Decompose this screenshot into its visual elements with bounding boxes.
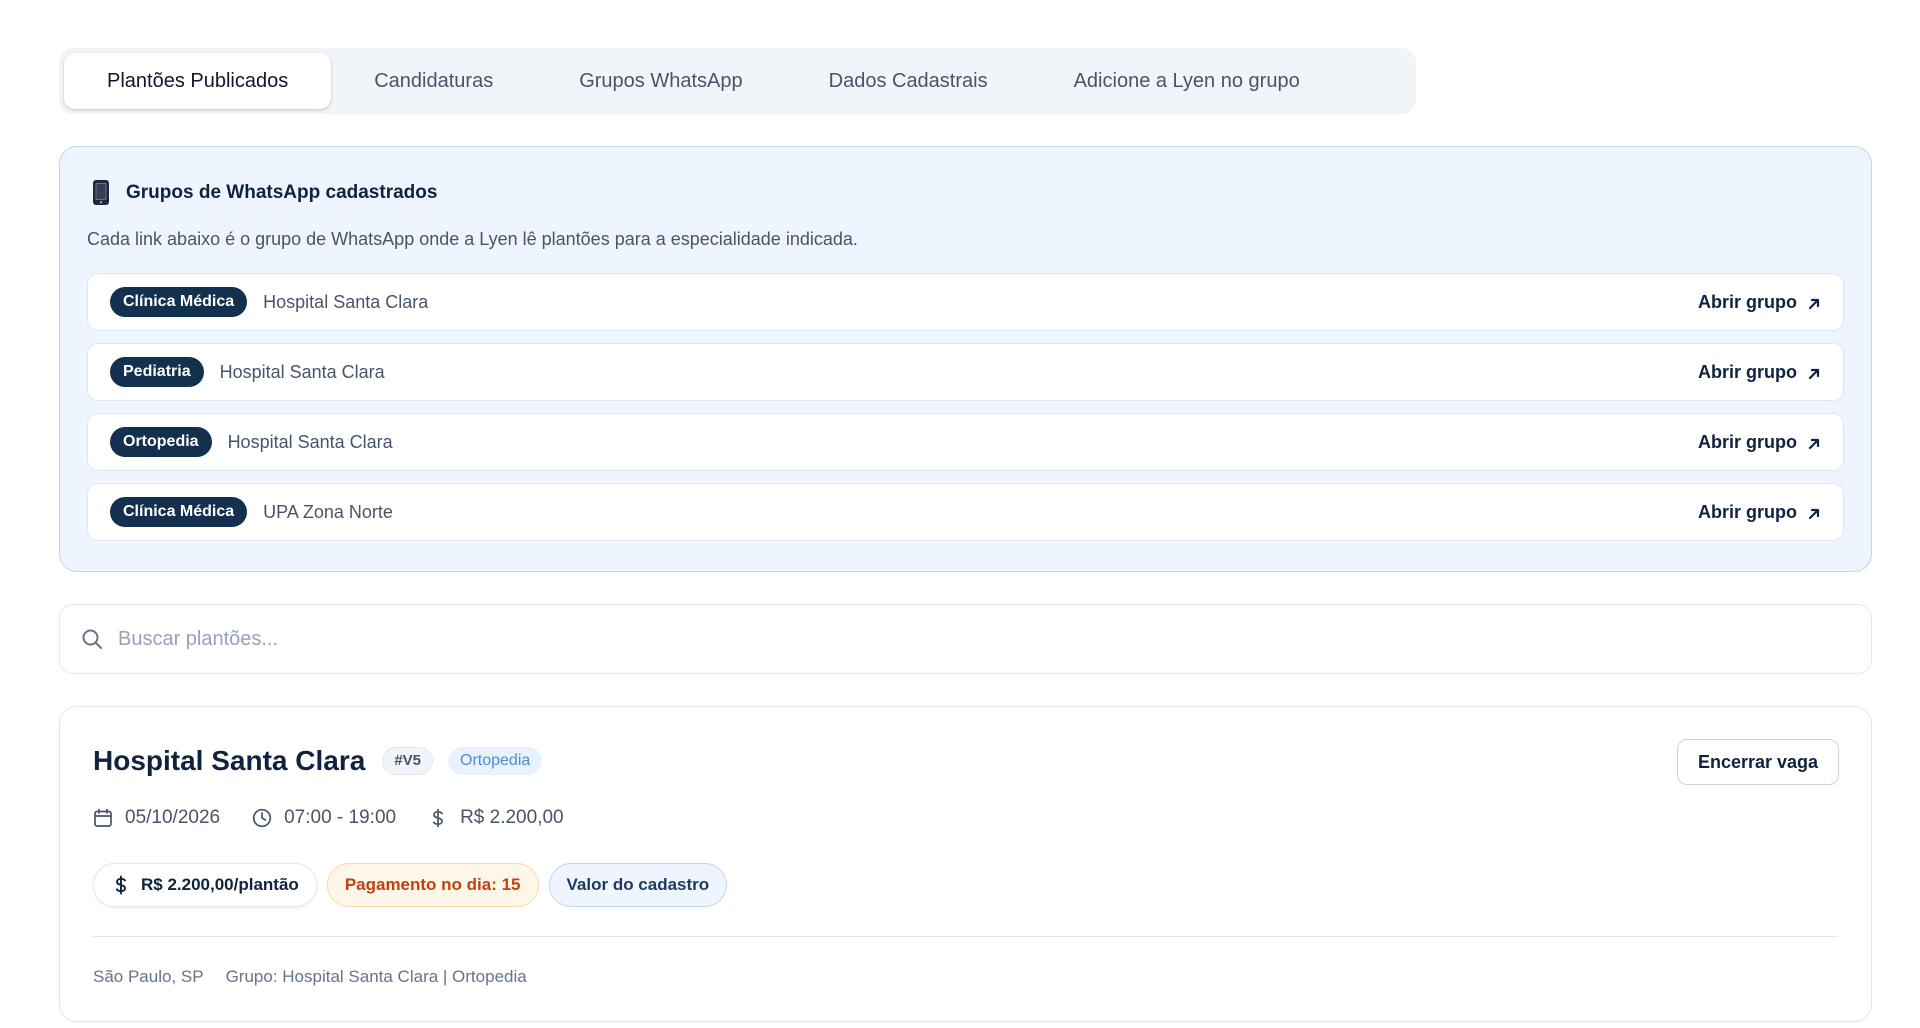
specialty-badge: Pediatria bbox=[110, 357, 204, 387]
dollar-icon bbox=[428, 808, 448, 828]
price-per-shift-pill: R$ 2.200,00/plantão bbox=[93, 863, 317, 907]
search-input[interactable] bbox=[118, 627, 1818, 651]
shift-card-footer: São Paulo, SP Grupo: Hospital Santa Clar… bbox=[93, 967, 527, 987]
tab-dados-cadastrais[interactable]: Dados Cadastrais bbox=[786, 53, 1031, 109]
tab-candidaturas[interactable]: Candidaturas bbox=[331, 53, 536, 109]
card-divider bbox=[93, 936, 1838, 937]
group-row: Pediatria Hospital Santa Clara Abrir gru… bbox=[87, 343, 1844, 401]
group-name: UPA Zona Norte bbox=[263, 501, 393, 522]
shift-id-badge: #V5 bbox=[382, 747, 434, 775]
open-group-label: Abrir grupo bbox=[1698, 501, 1797, 522]
mobile-phone-icon bbox=[92, 179, 110, 206]
whatsapp-groups-panel: Grupos de WhatsApp cadastrados Cada link… bbox=[59, 146, 1872, 572]
shift-meta-row: 05/10/2026 07:00 - 19:00 R$ 2.200,00 bbox=[93, 807, 596, 829]
group-name: Hospital Santa Clara bbox=[263, 291, 429, 312]
search-icon bbox=[80, 627, 104, 651]
shift-amount: R$ 2.200,00 bbox=[428, 807, 564, 829]
shift-location: São Paulo, SP bbox=[93, 967, 204, 986]
registration-value-pill: Valor do cadastro bbox=[548, 863, 728, 907]
shift-hospital-title: Hospital Santa Clara bbox=[93, 745, 366, 776]
external-arrow-icon bbox=[1807, 365, 1821, 380]
tab-bar: Plantões Publicados Candidaturas Grupos … bbox=[59, 48, 1416, 114]
tab-grupos-whatsapp[interactable]: Grupos WhatsApp bbox=[536, 53, 785, 109]
shift-specialty-tag: Ortopedia bbox=[448, 747, 543, 775]
open-group-link[interactable]: Abrir grupo bbox=[1698, 292, 1821, 313]
tab-plantoes-publicados[interactable]: Plantões Publicados bbox=[64, 53, 332, 109]
shift-card: Hospital Santa Clara #V5 Ortopedia Encer… bbox=[59, 706, 1872, 1022]
specialty-badge: Clínica Médica bbox=[110, 497, 248, 527]
open-group-label: Abrir grupo bbox=[1698, 291, 1797, 312]
group-row: Clínica Médica Hospital Santa Clara Abri… bbox=[87, 273, 1844, 331]
dollar-icon bbox=[111, 875, 131, 895]
shift-date-value: 05/10/2026 bbox=[125, 807, 221, 828]
group-row: Clínica Médica UPA Zona Norte Abrir grup… bbox=[87, 483, 1844, 541]
specialty-badge: Clínica Médica bbox=[110, 287, 248, 317]
external-arrow-icon bbox=[1807, 435, 1821, 450]
shift-pill-row: R$ 2.200,00/plantão Pagamento no dia: 15… bbox=[93, 863, 728, 907]
close-shift-button[interactable]: Encerrar vaga bbox=[1677, 739, 1839, 785]
shift-group: Grupo: Hospital Santa Clara | Ortopedia bbox=[225, 967, 527, 986]
group-row: Ortopedia Hospital Santa Clara Abrir gru… bbox=[87, 413, 1844, 471]
open-group-label: Abrir grupo bbox=[1698, 431, 1797, 452]
open-group-label: Abrir grupo bbox=[1698, 361, 1797, 382]
open-group-link[interactable]: Abrir grupo bbox=[1698, 502, 1821, 523]
shift-time: 07:00 - 19:00 bbox=[252, 807, 396, 829]
open-group-link[interactable]: Abrir grupo bbox=[1698, 432, 1821, 453]
external-arrow-icon bbox=[1807, 505, 1821, 520]
groups-panel-description: Cada link abaixo é o grupo de WhatsApp o… bbox=[87, 229, 858, 249]
search-bar bbox=[59, 604, 1872, 674]
payment-day-pill: Pagamento no dia: 15 bbox=[326, 863, 539, 907]
open-group-link[interactable]: Abrir grupo bbox=[1698, 362, 1821, 383]
shift-amount-value: R$ 2.200,00 bbox=[460, 807, 564, 828]
shift-card-header: Hospital Santa Clara #V5 Ortopedia bbox=[93, 745, 543, 777]
group-name: Hospital Santa Clara bbox=[219, 361, 385, 382]
tab-adicione-lyen[interactable]: Adicione a Lyen no grupo bbox=[1031, 53, 1343, 109]
clock-icon bbox=[252, 808, 272, 828]
calendar-icon bbox=[93, 808, 113, 828]
price-per-shift-label: R$ 2.200,00/plantão bbox=[141, 875, 299, 894]
groups-panel-header: Grupos de WhatsApp cadastrados bbox=[92, 179, 437, 206]
specialty-badge: Ortopedia bbox=[110, 427, 212, 457]
groups-panel-title: Grupos de WhatsApp cadastrados bbox=[126, 181, 438, 203]
group-name: Hospital Santa Clara bbox=[227, 431, 393, 452]
external-arrow-icon bbox=[1807, 295, 1821, 310]
shift-time-value: 07:00 - 19:00 bbox=[284, 807, 397, 828]
shift-date: 05/10/2026 bbox=[93, 807, 220, 829]
